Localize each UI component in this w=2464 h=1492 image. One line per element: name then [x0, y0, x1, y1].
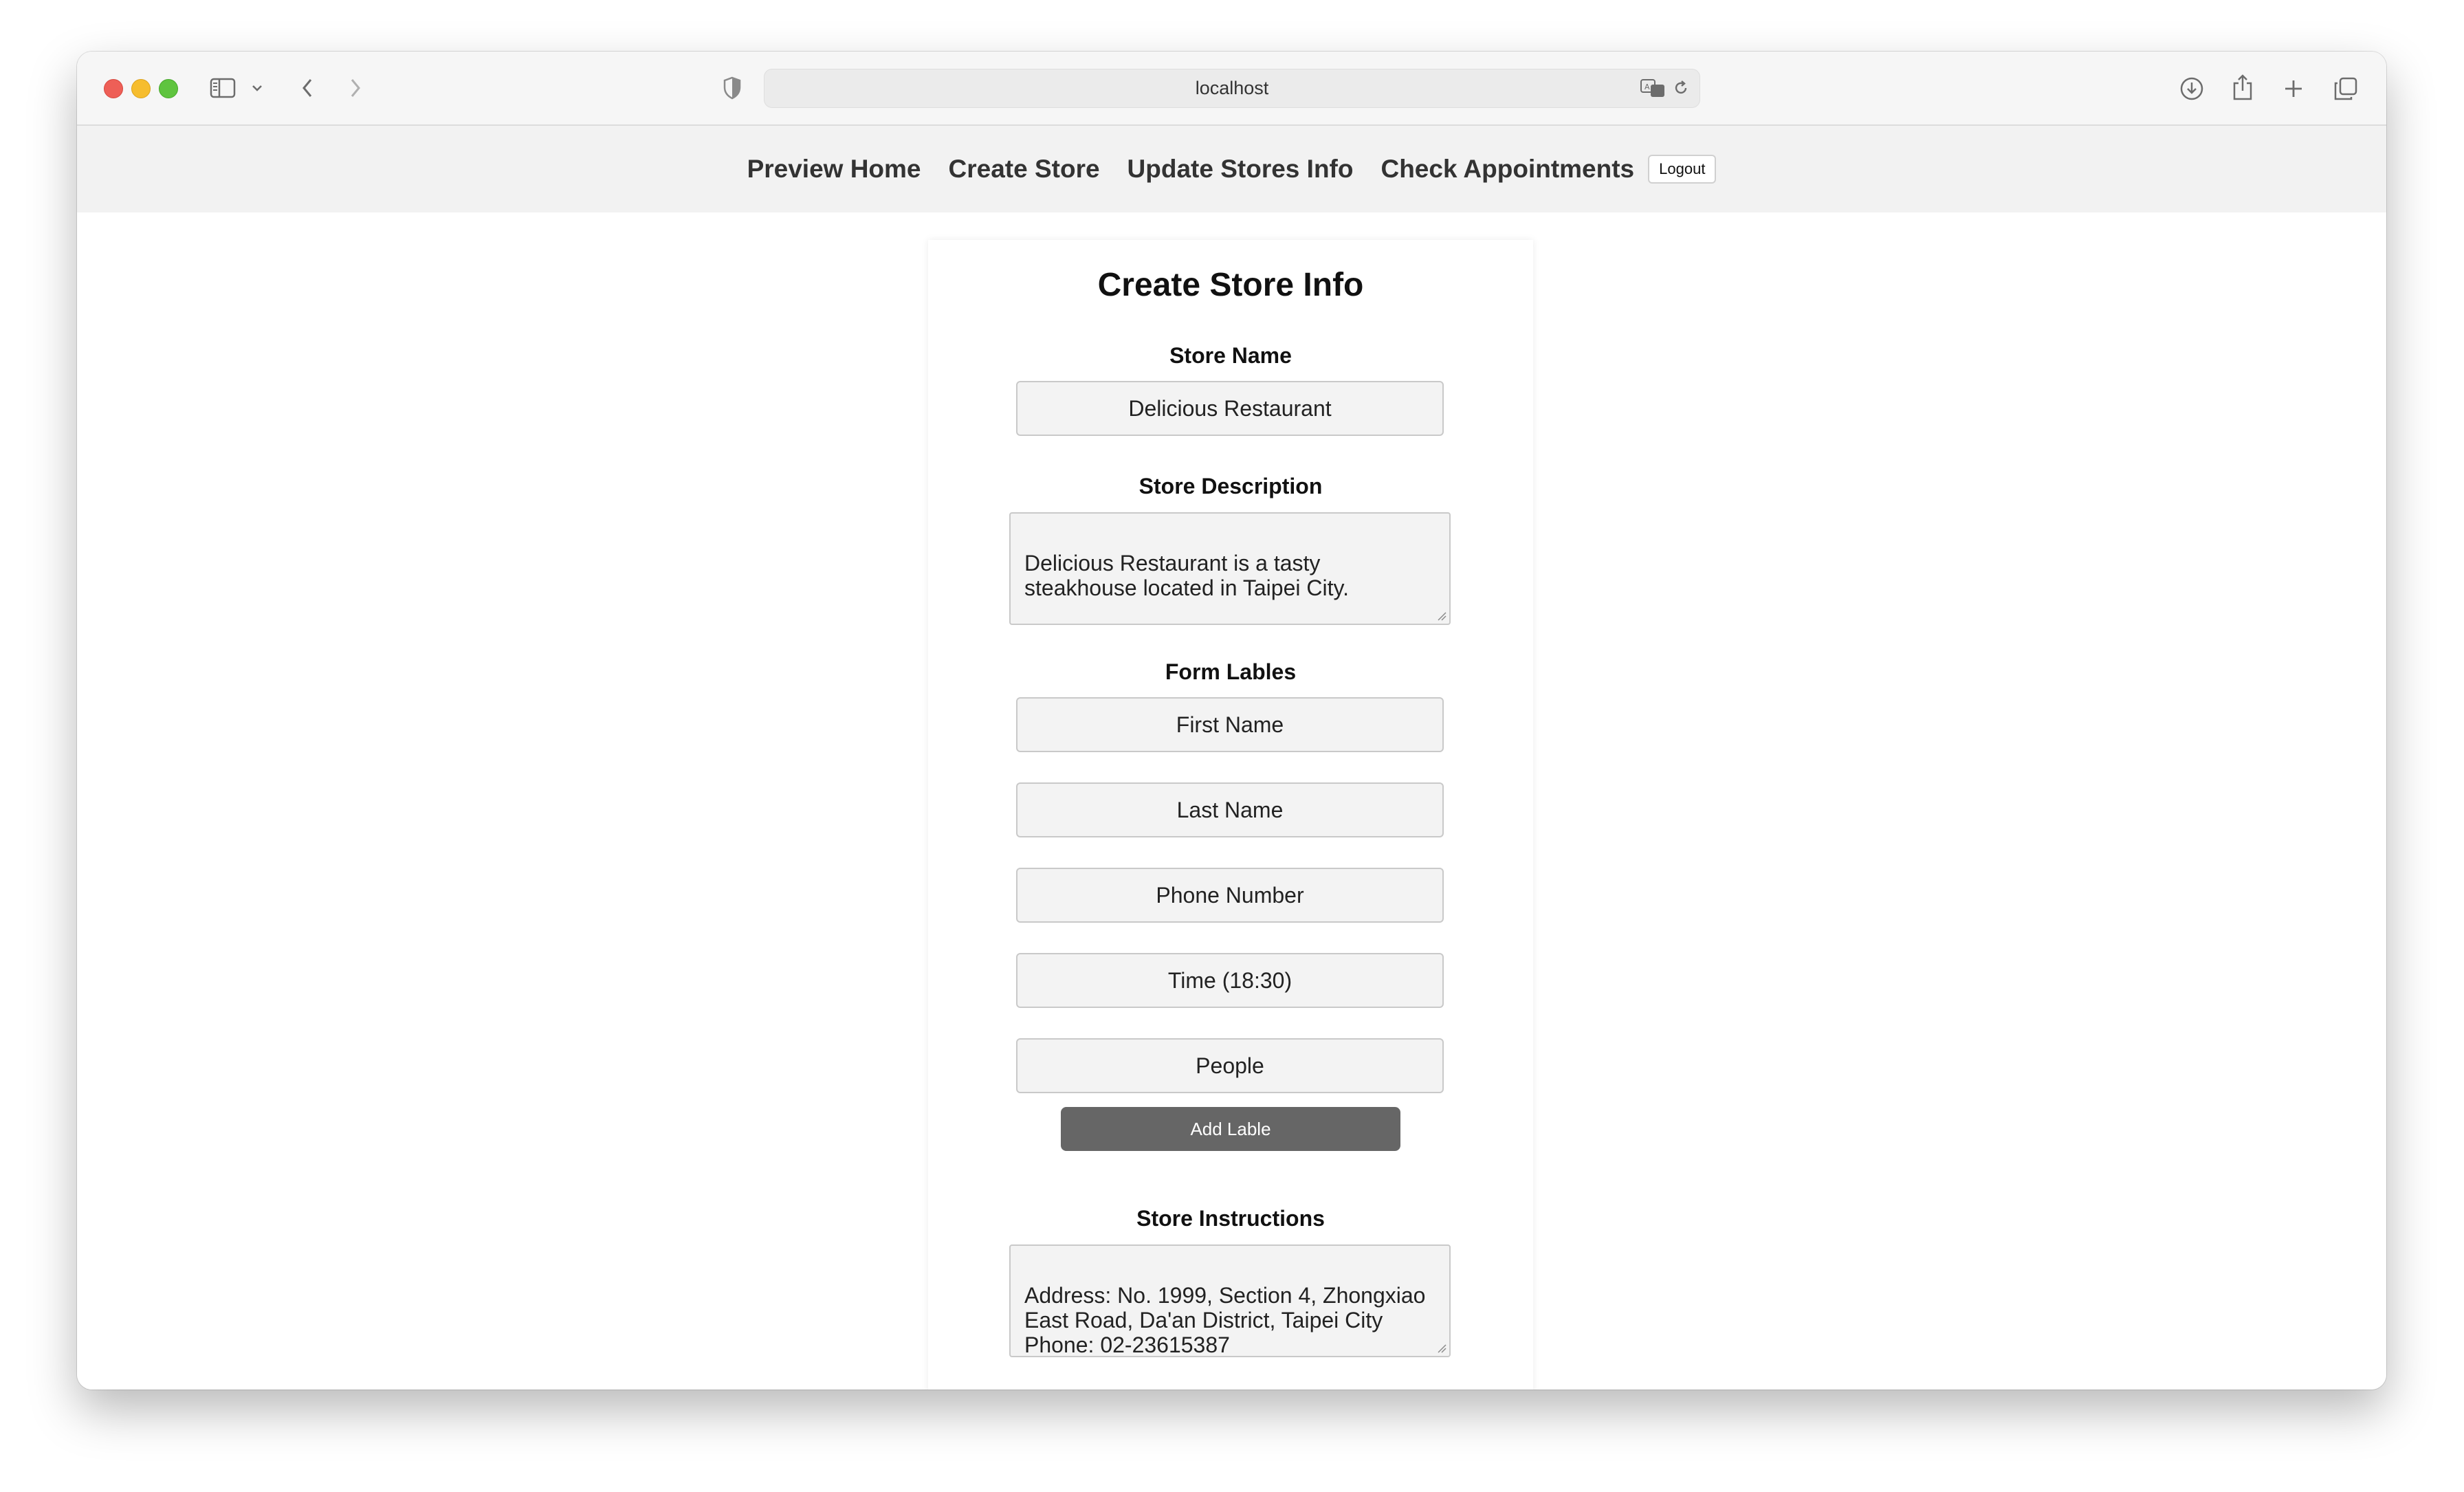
share-icon[interactable] [2230, 72, 2255, 102]
reload-icon[interactable] [1671, 78, 1691, 98]
nav-links: Preview Home Create Store Update Stores … [77, 126, 2386, 212]
download-icon[interactable] [2178, 75, 2206, 102]
form-label-time[interactable]: Time (18:30) [1016, 953, 1444, 1008]
form-labels-heading: Form Lables [1165, 659, 1297, 684]
nav-link-create-store[interactable]: Create Store [949, 155, 1100, 184]
forward-icon[interactable] [345, 75, 366, 101]
store-description-textarea[interactable]: Delicious Restaurant is a tasty steakhou… [1009, 512, 1451, 625]
page-title: Create Store Info [1097, 267, 1364, 303]
translate-icon[interactable]: A [1639, 76, 1666, 100]
chevron-down-icon[interactable] [250, 79, 264, 97]
logout-button[interactable]: Logout [1648, 155, 1717, 184]
tabs-overview-icon[interactable] [2332, 75, 2360, 102]
store-instructions-text: Address: No. 1999, Section 4, Zhongxiao … [1024, 1283, 1426, 1357]
svg-text:A: A [1644, 83, 1650, 91]
store-instructions-label: Store Instructions [1136, 1206, 1325, 1231]
desktop: localhost A Preview Home Create Store Up… [0, 0, 2464, 1492]
new-tab-icon[interactable] [2281, 76, 2306, 101]
minimize-window-button[interactable] [131, 79, 151, 98]
form-label-phone-number[interactable]: Phone Number [1016, 868, 1444, 923]
store-name-label: Store Name [1169, 343, 1292, 368]
store-instructions-textarea[interactable]: Address: No. 1999, Section 4, Zhongxiao … [1009, 1244, 1451, 1357]
create-store-form: Create Store Info Store Name Delicious R… [928, 240, 1533, 1390]
store-description-label: Store Description [1138, 474, 1323, 498]
form-label-first-name[interactable]: First Name [1016, 697, 1444, 752]
store-description-text: Delicious Restaurant is a tasty steakhou… [1024, 551, 1349, 600]
resize-grip-icon[interactable] [1437, 611, 1446, 621]
nav-link-check-appointments[interactable]: Check Appointments [1380, 155, 1634, 184]
nav-link-preview-home[interactable]: Preview Home [747, 155, 921, 184]
form-label-last-name[interactable]: Last Name [1016, 782, 1444, 837]
browser-window: localhost A Preview Home Create Store Up… [77, 52, 2386, 1390]
form-label-people[interactable]: People [1016, 1038, 1444, 1093]
address-bar[interactable]: localhost A [764, 69, 1700, 108]
back-icon[interactable] [297, 75, 318, 101]
nav-link-update-stores-info[interactable]: Update Stores Info [1128, 155, 1354, 184]
zoom-window-button[interactable] [159, 79, 178, 98]
close-window-button[interactable] [104, 79, 123, 98]
store-name-input[interactable]: Delicious Restaurant [1016, 381, 1444, 436]
url-text: localhost [1195, 78, 1269, 98]
app-navbar: Preview Home Create Store Update Stores … [77, 126, 2386, 212]
shield-icon[interactable] [720, 75, 744, 101]
main-content: Create Store Info Store Name Delicious R… [77, 212, 2386, 1390]
browser-toolbar: localhost A [77, 52, 2386, 126]
resize-grip-icon[interactable] [1437, 1343, 1446, 1353]
sidebar-icon[interactable] [209, 76, 236, 100]
add-label-button[interactable]: Add Lable [1061, 1107, 1400, 1151]
